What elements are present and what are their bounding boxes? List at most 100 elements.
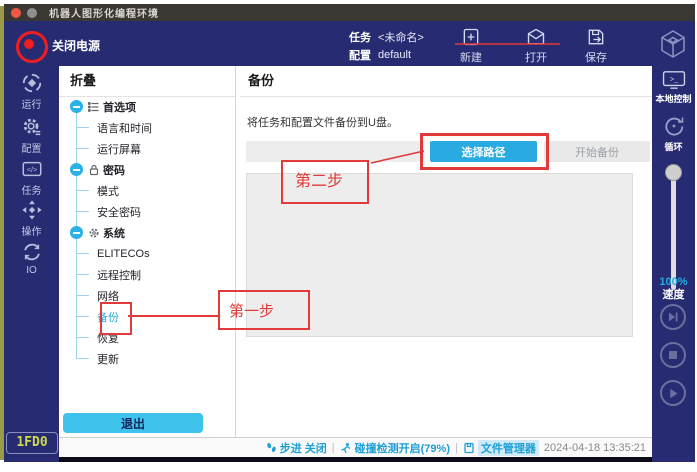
file-manager-label: 文件管理器 xyxy=(478,440,539,456)
task-info: 任务 <未命名> xyxy=(349,29,424,45)
local-control-button[interactable]: >_ 本地控制 xyxy=(652,70,695,105)
lock-icon xyxy=(88,164,100,176)
start-backup-button[interactable]: 开始备份 xyxy=(544,141,650,162)
tree-item-mode[interactable]: 模式 xyxy=(67,180,231,201)
local-control-label: 本地控制 xyxy=(652,92,695,105)
tree-label-restore: 恢复 xyxy=(97,330,119,346)
speed-percent: 100% xyxy=(652,276,695,289)
settings-tree: 首选项 语言和时间 运行屏幕 密码 模式 安全密码 系统 xyxy=(67,96,231,369)
exit-button[interactable]: 退出 xyxy=(63,413,203,433)
tree-label-language-time: 语言和时间 xyxy=(97,120,152,136)
speed-readout: 100% 速度 xyxy=(652,276,695,302)
task-label: 任务 xyxy=(349,29,371,45)
tree-item-language-time[interactable]: 语言和时间 xyxy=(67,117,231,138)
terminal-icon-glyph: >_ xyxy=(669,74,678,83)
loop-button[interactable]: 循环 xyxy=(652,114,695,153)
tree-label-preferences: 首选项 xyxy=(103,99,136,115)
new-button-label: 新建 xyxy=(451,49,491,65)
tree-label-system: 系统 xyxy=(103,225,125,241)
save-button-label: 保存 xyxy=(576,49,616,65)
gear-icon xyxy=(21,116,43,138)
sidebar-item-operate[interactable]: 操作 xyxy=(4,199,59,238)
collapse-bullet-icon[interactable] xyxy=(70,100,83,113)
tree-item-run-screen[interactable]: 运行屏幕 xyxy=(67,138,231,159)
save-button[interactable]: 保存 xyxy=(576,27,616,65)
tree-node-system[interactable]: 系统 xyxy=(67,222,231,243)
sidebar-task-label: 任务 xyxy=(4,182,59,197)
status-code-badge: 1FD0 xyxy=(6,432,58,454)
new-button[interactable]: 新建 xyxy=(451,27,491,65)
sidebar-item-task[interactable]: </> 任务 xyxy=(4,158,59,197)
window-close-icon[interactable] xyxy=(11,8,21,18)
new-file-icon xyxy=(461,27,481,47)
stop-button[interactable] xyxy=(660,342,686,368)
status-separator: | xyxy=(455,442,458,454)
status-bar: 步进 关闭 | 碰撞检测开启(79%) | 文件管理器 2024-04-18 1… xyxy=(59,437,652,457)
collapse-bullet-icon[interactable] xyxy=(70,163,83,176)
code-icon-glyph: </> xyxy=(26,165,37,174)
tree-node-password[interactable]: 密码 xyxy=(67,159,231,180)
brand-cube-icon xyxy=(657,28,689,60)
sidebar-config-label: 配置 xyxy=(4,140,59,155)
config-label: 配置 xyxy=(349,47,371,63)
collision-status[interactable]: 碰撞检测开启(79%) xyxy=(340,440,450,456)
code-icon: </> xyxy=(21,158,43,180)
sidebar-operate-label: 操作 xyxy=(4,223,59,238)
app-header: 关闭电源 任务 <未命名> 配置 default 新建 打开 保存 xyxy=(4,21,695,66)
tree-item-restore[interactable]: 恢复 xyxy=(67,327,231,348)
tree-label-safe-password: 安全密码 xyxy=(97,204,141,220)
step-forward-icon xyxy=(667,311,679,323)
left-sidebar: 运行 配置 </> 任务 操作 IO 1FD0 xyxy=(4,66,59,462)
collision-status-label: 碰撞检测开启(79%) xyxy=(355,440,450,456)
os-titlebar: 机器人图形化编程环境 xyxy=(4,4,695,21)
power-off-button[interactable] xyxy=(16,31,48,63)
tree-item-elitecos[interactable]: ELITECOs xyxy=(67,243,231,264)
tree-panel-header: 折叠 xyxy=(59,66,235,97)
tree-item-safe-password[interactable]: 安全密码 xyxy=(67,201,231,222)
tree-item-update[interactable]: 更新 xyxy=(67,348,231,369)
status-separator: | xyxy=(332,442,335,454)
play-icon xyxy=(668,388,679,399)
tree-node-preferences[interactable]: 首选项 xyxy=(67,96,231,117)
backup-path-field[interactable] xyxy=(246,141,424,162)
tree-item-network[interactable]: 网络 xyxy=(67,285,231,306)
step-mode-status[interactable]: 步进 关闭 xyxy=(266,440,327,456)
step-forward-button[interactable] xyxy=(660,304,686,330)
window-bottom-edge xyxy=(59,457,652,462)
backup-panel: 备份 将任务和配置文件备份到U盘。 选择路径 开始备份 xyxy=(240,66,652,437)
file-manager-button[interactable]: 文件管理器 xyxy=(463,440,539,456)
sidebar-run-label: 运行 xyxy=(4,96,59,111)
tree-label-network: 网络 xyxy=(97,288,119,304)
tree-label-backup: 备份 xyxy=(97,309,119,325)
footsteps-icon xyxy=(266,442,277,453)
terminal-icon: >_ xyxy=(662,70,686,90)
loop-icon xyxy=(662,114,686,138)
speed-slider-track[interactable] xyxy=(671,172,676,290)
config-info: 配置 default xyxy=(349,47,411,63)
open-icon xyxy=(526,27,546,47)
play-button[interactable] xyxy=(660,380,686,406)
speed-slider-knob[interactable] xyxy=(665,164,682,181)
power-off-label: 关闭电源 xyxy=(52,37,100,54)
select-path-button[interactable]: 选择路径 xyxy=(430,141,537,162)
preferences-icon xyxy=(88,101,100,113)
step-mode-label: 步进 关闭 xyxy=(280,440,327,456)
file-manager-icon xyxy=(463,442,475,454)
tree-item-remote-control[interactable]: 远程控制 xyxy=(67,264,231,285)
sidebar-item-config[interactable]: 配置 xyxy=(4,116,59,155)
io-cycle-icon xyxy=(21,241,43,263)
right-sidebar: >_ 本地控制 循环 100% 速度 xyxy=(652,66,695,462)
collapse-bullet-icon[interactable] xyxy=(70,226,83,239)
open-button[interactable]: 打开 xyxy=(516,27,556,65)
speed-label: 速度 xyxy=(652,289,695,302)
window-minimize-icon[interactable] xyxy=(27,8,37,18)
tree-item-backup[interactable]: 备份 xyxy=(67,306,231,327)
sidebar-item-io[interactable]: IO xyxy=(4,241,59,276)
tree-label-mode: 模式 xyxy=(97,183,119,199)
backup-log-area xyxy=(246,173,633,337)
config-value: default xyxy=(378,49,411,61)
sidebar-item-run[interactable]: 运行 xyxy=(4,72,59,111)
jog-arrows-icon xyxy=(21,199,43,221)
settings-tree-panel: 折叠 首选项 语言和时间 运行屏幕 密码 模式 安全密码 xyxy=(59,66,236,437)
open-button-label: 打开 xyxy=(516,49,556,65)
